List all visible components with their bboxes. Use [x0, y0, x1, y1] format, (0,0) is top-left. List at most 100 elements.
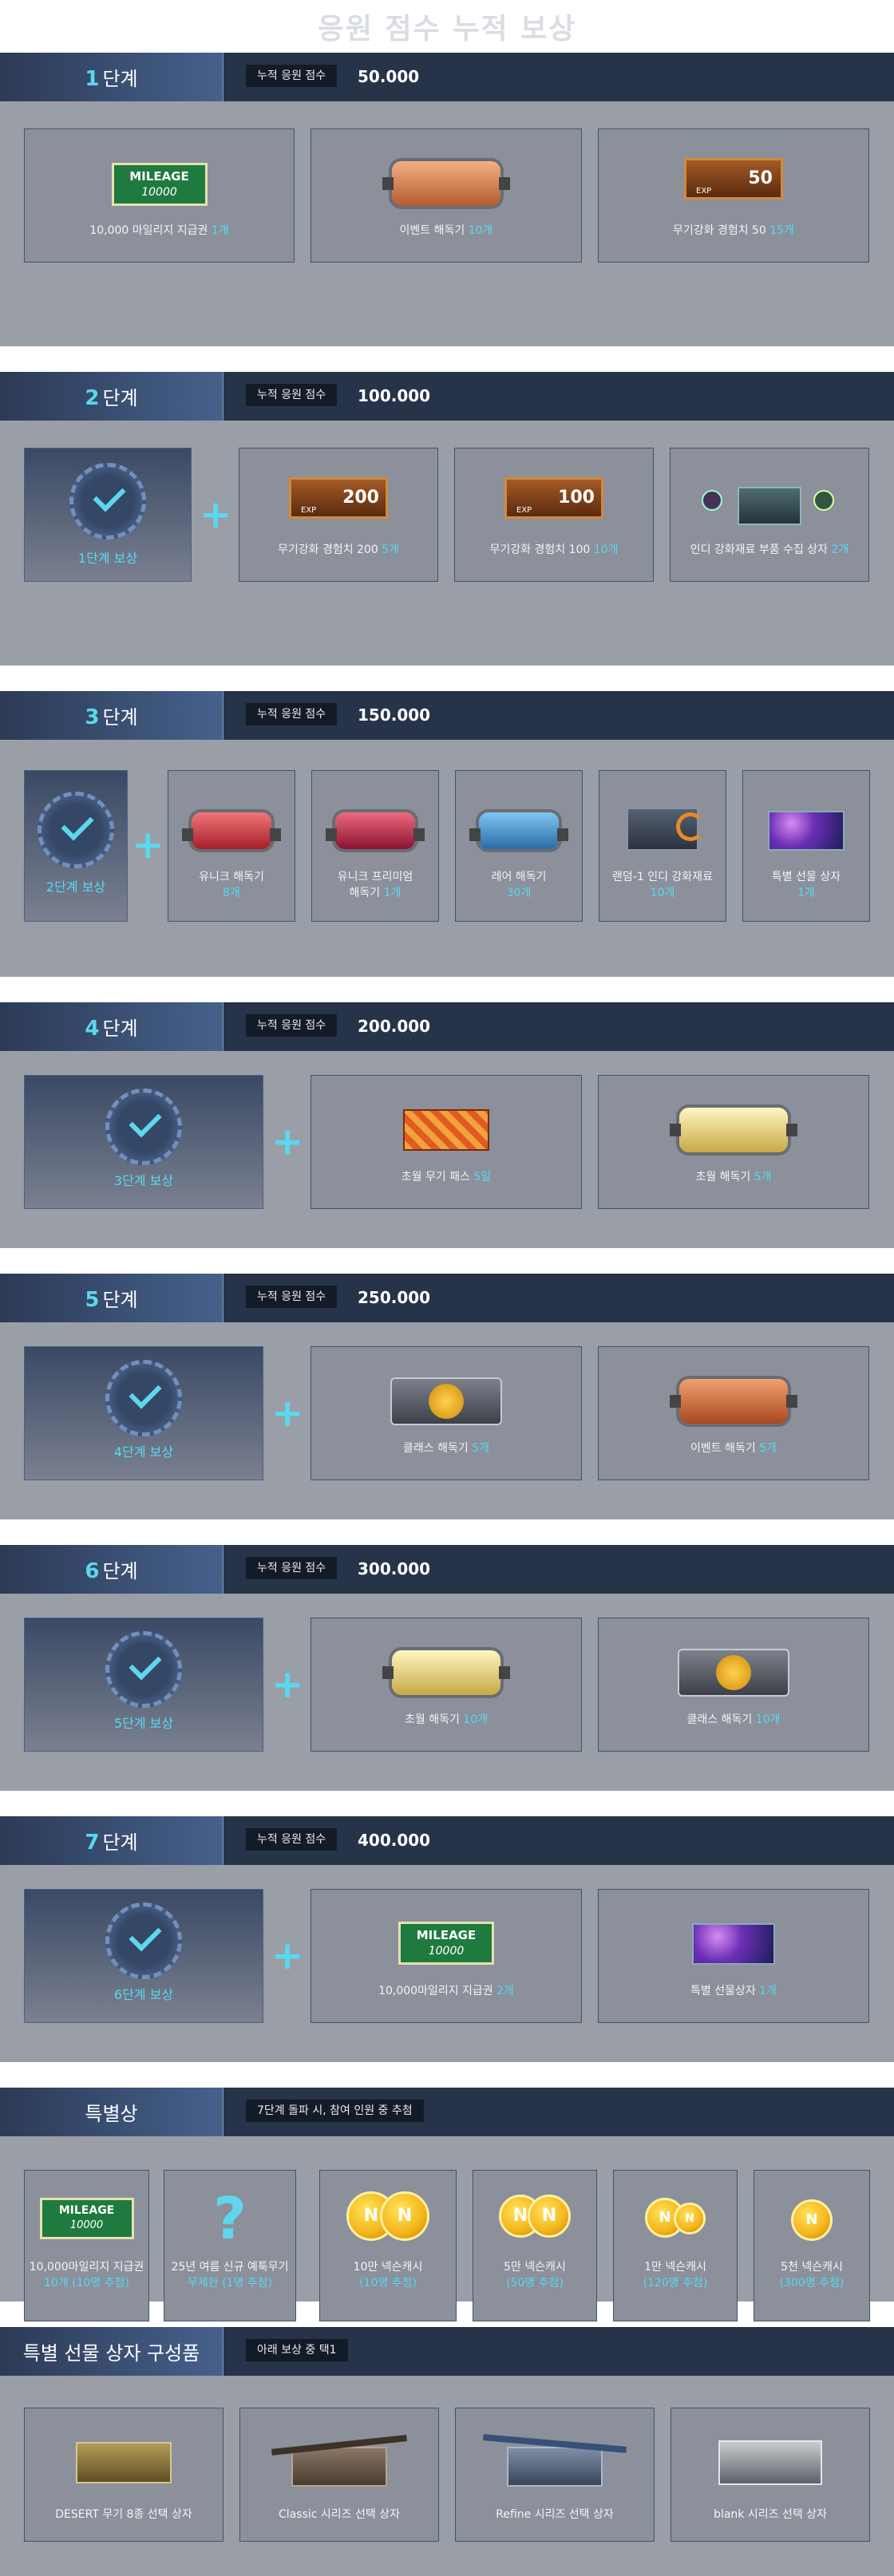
- gift-box-contents-section: 특별 선물 상자 구성품 아래 보상 중 택1 DESERT 무기 8종 선택 …: [0, 2327, 894, 2576]
- classic-weapon-box-icon: [271, 2435, 407, 2487]
- previous-stage-summary: 5단계 보상: [24, 1618, 263, 1752]
- special-prize-section: 특별상 7단계 돌파 시, 참여 인원 중 추첨 MILEAGE 10000 10…: [0, 2088, 894, 2321]
- reward-card: 초월 해독기 10개: [311, 1618, 582, 1752]
- mileage-coupon-icon: MILEAGE 10000: [398, 1922, 494, 1965]
- stage-body: 5단계 보상 + 초월 해독기 10개 클래스 해독기 10개: [0, 1594, 894, 1791]
- special-prize-body: MILEAGE 10000 10,000마일리지 지급권 10개 (10명 추첨)…: [0, 2136, 894, 2321]
- weapon-exp-50-icon: EXP 50: [684, 158, 783, 200]
- stage-number: 4: [85, 1017, 100, 1041]
- nexon-cash-coin-icon: N: [791, 2199, 833, 2241]
- reward-card: MILEAGE 10000 10,000마일리지 지급권 2개: [311, 1889, 582, 2023]
- gift-box-header: 특별 선물 상자 구성품 아래 보상 중 택1: [0, 2327, 894, 2376]
- special-gift-box-icon: [768, 811, 845, 851]
- transcend-weapon-pass-icon: [403, 1109, 489, 1151]
- stage-4-section: 4 단계 누적 응원 점수 200.000 3단계 보상 + 초월 무기 패스 5…: [0, 1002, 894, 1248]
- desert-weapon-box-icon: [76, 2442, 172, 2483]
- indie-parts-box-icon: [702, 472, 837, 528]
- stage-1-section: 1 단계 누적 응원 점수 50.000 MILEAGE 10000 10,000 …: [0, 53, 894, 346]
- reward-card: 초월 해독기 5개: [598, 1075, 869, 1209]
- reward-card: 특별 선물 상자 1개: [742, 770, 870, 922]
- plus-icon: +: [271, 1662, 304, 1707]
- score-label-badge: 누적 응원 점수: [246, 65, 338, 87]
- transcend-decoder-icon: [382, 1650, 510, 1695]
- prize-card: NN 5만 넥슨캐시 (50명 추첨): [473, 2170, 597, 2321]
- stage-6-section: 6 단계 누적 응원 점수 300.000 5단계 보상 + 초월 해독기 10개…: [0, 1545, 894, 1791]
- prize-card: ? 25년 여름 신규 예툭무기 무제한 (1명 추첨): [164, 2170, 296, 2321]
- previous-stage-summary: 1단계 보상: [24, 448, 192, 582]
- weapon-box-card: DESERT 무기 8종 선택 상자: [24, 2408, 224, 2542]
- stage-number: 2: [85, 386, 100, 410]
- prize-card: MILEAGE 10000 10,000마일리지 지급권 10개 (10명 추첨): [24, 2170, 149, 2321]
- prize-card: NN 1만 넥슨캐시 (120명 추첨): [613, 2170, 738, 2321]
- reward-card: 초월 무기 패스 5일: [311, 1075, 582, 1209]
- special-gift-box-icon: [692, 1923, 775, 1965]
- stage-score: 300.000: [358, 1559, 431, 1578]
- class-decoder-icon: [678, 1649, 789, 1697]
- reward-card: 클래스 해독기 10개: [598, 1618, 869, 1752]
- mileage-coupon-icon: MILEAGE 10000: [111, 163, 208, 206]
- prize-card: NN 10만 넥슨캐시 (10명 추첨): [319, 2170, 457, 2321]
- check-icon: [38, 792, 114, 868]
- special-prize-condition: 7단계 돌파 시, 참여 인원 중 추첨: [246, 2100, 424, 2122]
- stage-body: 2단계 보상 + 유니크 해독기 8개 유니크 프리미엄 해독기 1개 레어 해…: [0, 740, 894, 977]
- stage-number: 5: [85, 1288, 100, 1312]
- reward-qty: 10개: [468, 224, 493, 237]
- plus-icon: +: [271, 1391, 304, 1436]
- stage-header: 5 단계 누적 응원 점수 250.000: [0, 1274, 894, 1322]
- stage-score: 100.000: [358, 386, 431, 405]
- stage-header: 3 단계 누적 응원 점수 150.000: [0, 691, 894, 740]
- reward-card: EXP 200 무기강화 경험치 200 5개: [239, 448, 438, 582]
- stage-body: MILEAGE 10000 10,000 마일리지 지급권 1개 이벤트 해독기 …: [0, 101, 894, 346]
- reward-card: EXP 50 무기강화 경험치 50 15개: [598, 128, 869, 263]
- reward-card: 유니크 프리미엄 해독기 1개: [311, 770, 439, 922]
- reward-card: 레어 해독기 30개: [455, 770, 583, 922]
- stage-header: 2 단계 누적 응원 점수 100.000: [0, 372, 894, 421]
- score-label-badge: 누적 응원 점수: [246, 1286, 338, 1308]
- stage-3-section: 3 단계 누적 응원 점수 150.000 2단계 보상 + 유니크 해독기 8개…: [0, 691, 894, 977]
- previous-stage-summary: 4단계 보상: [24, 1346, 263, 1480]
- plus-icon: +: [271, 1120, 304, 1164]
- stage-score: 400.000: [358, 1831, 431, 1850]
- gift-box-body: DESERT 무기 8종 선택 상자 Classic 시리즈 선택 상자 Ref…: [0, 2376, 894, 2576]
- stage-2-section: 2 단계 누적 응원 점수 100.000 1단계 보상 + EXP 200 무기강…: [0, 372, 894, 666]
- stage-number: 7: [85, 1831, 100, 1855]
- check-icon: [105, 1902, 182, 1979]
- stage-header: 4 단계 누적 응원 점수 200.000: [0, 1002, 894, 1051]
- stage-score: 150.000: [358, 705, 431, 725]
- reward-qty: 1개: [211, 224, 229, 237]
- check-icon: [105, 1360, 182, 1436]
- stage-header-title-area: 1 단계: [0, 53, 224, 101]
- refine-weapon-box-icon: [482, 2434, 627, 2487]
- blank-weapon-box-icon: [718, 2440, 822, 2485]
- previous-stage-summary: 3단계 보상: [24, 1075, 263, 1209]
- weapon-box-card: Classic 시리즈 선택 상자: [239, 2408, 439, 2542]
- stage-body: 6단계 보상 + MILEAGE 10000 10,000마일리지 지급권 2개 …: [0, 1865, 894, 2062]
- previous-stage-summary: 6단계 보상: [24, 1889, 263, 2023]
- transcend-decoder-icon: [670, 1108, 797, 1152]
- stage-body: 3단계 보상 + 초월 무기 패스 5일 초월 해독기 5개: [0, 1051, 894, 1248]
- reward-name: 이벤트 해독기: [399, 224, 469, 237]
- special-prize-title: 특별상: [85, 2103, 138, 2125]
- rare-decoder-icon: [469, 812, 568, 849]
- reward-card: 특별 선물상자 1개: [598, 1889, 869, 2023]
- stage-body: 4단계 보상 + 클래스 해독기 5개 이벤트 해독기 5개: [0, 1322, 894, 1519]
- check-icon: [105, 1088, 182, 1165]
- question-mark-icon: ?: [213, 2185, 247, 2252]
- nexon-cash-coins-icon: NN: [346, 2191, 429, 2241]
- stage-score: 250.000: [358, 1288, 431, 1307]
- mileage-coupon-icon: MILEAGE 10000: [39, 2198, 134, 2239]
- event-decoder-icon: [382, 161, 510, 206]
- reward-card: MILEAGE 10000 10,000 마일리지 지급권 1개: [24, 128, 295, 263]
- stage-number: 6: [85, 1559, 100, 1583]
- event-decoder-icon: [670, 1379, 797, 1424]
- score-label-badge: 누적 응원 점수: [246, 703, 338, 725]
- stage-5-section: 5 단계 누적 응원 점수 250.000 4단계 보상 + 클래스 해독기 5개…: [0, 1274, 894, 1519]
- reward-page: 응원 점수 누적 보상 1 단계 누적 응원 점수 50.000 MILEAGE 1…: [0, 0, 894, 2576]
- class-decoder-icon: [390, 1377, 502, 1425]
- gift-box-title: 특별 선물 상자 구성품: [22, 2342, 200, 2365]
- indie-material-toolbox-icon: [627, 808, 705, 851]
- nexon-cash-coins-icon: NN: [499, 2195, 571, 2238]
- weapon-exp-200-icon: EXP 200: [289, 477, 388, 519]
- stage-number: 3: [85, 705, 100, 729]
- reward-card: 클래스 해독기 5개: [311, 1346, 582, 1480]
